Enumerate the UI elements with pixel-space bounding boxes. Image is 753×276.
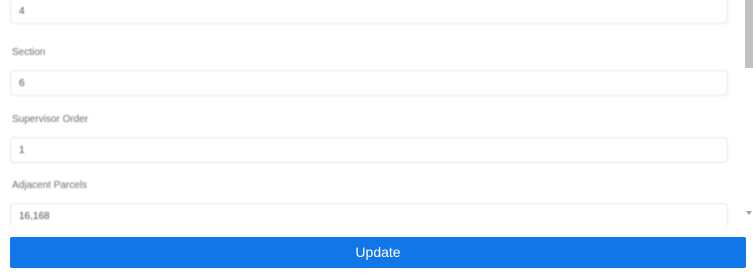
section-input[interactable]: 6 — [10, 70, 728, 96]
field-input-1[interactable]: 4 — [10, 0, 728, 24]
adjacent-parcels-value: 16,168 — [19, 211, 50, 222]
supervisor-order-value: 1 — [19, 145, 25, 156]
form-panel: 4 Section 6 Supervisor Order 1 Adjacent … — [0, 0, 753, 276]
supervisor-order-label: Supervisor Order — [12, 114, 89, 125]
scrollbar-thumb[interactable] — [745, 0, 753, 68]
supervisor-order-input[interactable]: 1 — [10, 137, 728, 163]
adjacent-parcels-input[interactable]: 16,168 — [10, 203, 728, 226]
field-value-1: 4 — [19, 6, 25, 17]
update-button[interactable]: Update — [10, 237, 746, 268]
adjacent-parcels-label: Adjacent Parcels — [12, 180, 88, 191]
form-scroll-area[interactable]: 4 Section 6 Supervisor Order 1 Adjacent … — [0, 0, 742, 226]
section-label: Section — [12, 47, 46, 58]
section-value: 6 — [19, 78, 25, 89]
scroll-down-arrow-icon[interactable] — [745, 209, 753, 217]
